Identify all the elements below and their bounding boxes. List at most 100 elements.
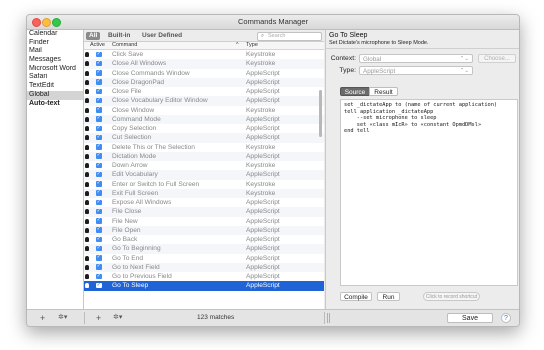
save-button[interactable]: Save	[447, 313, 493, 323]
table-row[interactable]: ✓ File Open AppleScript	[84, 225, 324, 235]
command-title: Go To Sleep	[329, 32, 368, 39]
app-list-item[interactable]: Safari	[27, 73, 83, 82]
tab-source[interactable]: Source	[340, 87, 370, 96]
table-row[interactable]: ✓ Go To End AppleScript	[84, 254, 324, 263]
table-row[interactable]: ✓ Down Arrow Keystroke	[84, 161, 324, 170]
choose-button[interactable]: Choose...	[478, 54, 516, 63]
table-row[interactable]: ✓ Exit Full Screen Keystroke	[84, 188, 324, 198]
filter-tab-all[interactable]: All	[86, 31, 101, 40]
active-checkbox[interactable]: ✓	[96, 107, 102, 113]
help-icon[interactable]: ?	[501, 313, 511, 323]
active-checkbox[interactable]: ✓	[96, 264, 102, 270]
app-list-item[interactable]: Calendar	[27, 30, 83, 39]
table-row[interactable]: ✓ File Close AppleScript	[84, 207, 324, 217]
active-checkbox[interactable]: ✓	[96, 70, 102, 76]
active-checkbox[interactable]: ✓	[96, 153, 102, 159]
table-row[interactable]: ✓ Delete This or The Selection Keystroke	[84, 143, 324, 152]
column-header-active[interactable]: Active	[90, 42, 105, 49]
table-row[interactable]: ✓ Close File AppleScript	[84, 87, 324, 96]
active-checkbox[interactable]: ✓	[96, 282, 102, 289]
run-button[interactable]: Run	[377, 292, 400, 301]
microphone-icon	[85, 246, 89, 252]
active-checkbox[interactable]: ✓	[96, 79, 102, 85]
command-name: Close Commands Window	[112, 69, 190, 77]
filter-tab-user-defined[interactable]: User Defined	[139, 32, 185, 40]
active-checkbox[interactable]: ✓	[96, 144, 102, 150]
microphone-icon	[85, 79, 89, 85]
active-checkbox[interactable]: ✓	[96, 218, 102, 224]
table-row[interactable]: ✓ Edit Vocabulary AppleScript	[84, 170, 324, 180]
table-row[interactable]: ✓ Close Vocabulary Editor Window AppleScri…	[84, 96, 324, 106]
app-list-item[interactable]: TextEdit	[27, 82, 83, 91]
table-row[interactable]: ✓ Enter or Switch to Full Screen Keystroke	[84, 180, 324, 189]
active-checkbox[interactable]: ✓	[96, 273, 102, 280]
app-list-item[interactable]: Messages	[27, 56, 83, 65]
commands-table: ✓ Click Save Keystroke ✓ Close All Windows Ke…	[84, 50, 324, 309]
table-row[interactable]: ✓ Dictation Mode AppleScript	[84, 151, 324, 161]
command-name: Enter or Switch to Full Screen	[112, 180, 200, 188]
active-checkbox[interactable]: ✓	[96, 51, 102, 58]
compile-button[interactable]: Compile	[340, 292, 372, 301]
table-row[interactable]: ✓ Go Back AppleScript	[84, 235, 324, 244]
active-checkbox[interactable]: ✓	[96, 97, 102, 104]
filter-tab-built-in[interactable]: Built-in	[105, 32, 133, 40]
microphone-icon	[85, 107, 89, 113]
table-row[interactable]: ✓ Expose All Windows AppleScript	[84, 198, 324, 207]
table-row[interactable]: ✓ Go To Sleep AppleScript	[84, 281, 324, 291]
microphone-icon	[85, 218, 89, 224]
active-checkbox[interactable]: ✓	[96, 162, 102, 169]
add-app-button[interactable]: +	[40, 313, 45, 323]
command-gear-menu-button[interactable]: ✲▾	[113, 313, 122, 323]
type-popup[interactable]: AppleScript ⌃⌄	[359, 66, 473, 75]
table-row[interactable]: ✓ Close DragonPad AppleScript	[84, 77, 324, 87]
command-name: Cut Selection	[112, 134, 152, 142]
active-checkbox[interactable]: ✓	[96, 60, 102, 67]
app-list-item[interactable]: Finder	[27, 39, 83, 48]
active-checkbox[interactable]: ✓	[96, 125, 102, 132]
table-row[interactable]: ✓ Close Commands Window AppleScript	[84, 69, 324, 78]
app-list-item[interactable]: Mail	[27, 47, 83, 56]
table-row[interactable]: ✓ Go to Next Field AppleScript	[84, 262, 324, 272]
add-command-button[interactable]: +	[96, 313, 101, 323]
column-header-command[interactable]: Command	[112, 42, 137, 49]
table-row[interactable]: ✓ Go to Previous Field AppleScript	[84, 272, 324, 281]
active-checkbox[interactable]: ✓	[96, 134, 102, 141]
active-checkbox[interactable]: ✓	[96, 171, 102, 178]
active-checkbox[interactable]: ✓	[96, 88, 102, 95]
table-row[interactable]: ✓ Go To Beginning AppleScript	[84, 244, 324, 254]
table-row[interactable]: ✓ Click Save Keystroke	[84, 50, 324, 59]
active-checkbox[interactable]: ✓	[96, 245, 102, 252]
table-row[interactable]: ✓ File New AppleScript	[84, 217, 324, 226]
active-checkbox[interactable]: ✓	[96, 181, 102, 187]
app-list-item[interactable]: Microsoft Word	[27, 65, 83, 74]
table-row[interactable]: ✓ Cut Selection AppleScript	[84, 133, 324, 143]
table-row[interactable]: ✓ Copy Selection AppleScript	[84, 124, 324, 133]
split-resize-handle[interactable]	[327, 313, 330, 323]
command-type: Keystroke	[246, 162, 276, 169]
context-popup[interactable]: Global ⌃⌄	[359, 54, 473, 63]
tab-result[interactable]: Result	[369, 87, 398, 96]
record-shortcut-button[interactable]: Click to record shortcut	[423, 292, 480, 301]
search-input[interactable]: ⌕ Search	[257, 31, 322, 41]
table-row[interactable]: ✓ Close Window Keystroke	[84, 106, 324, 115]
active-checkbox[interactable]: ✓	[96, 116, 102, 122]
microphone-icon	[85, 153, 89, 159]
active-checkbox[interactable]: ✓	[96, 208, 102, 215]
command-name: Go to Previous Field	[112, 273, 172, 280]
table-scrollbar[interactable]	[319, 90, 322, 137]
table-row[interactable]: ✓ Command Mode AppleScript	[84, 114, 324, 124]
command-name: Edit Vocabulary	[112, 171, 158, 179]
app-list-item[interactable]: Auto-text	[27, 100, 83, 109]
table-row[interactable]: ✓ Close All Windows Keystroke	[84, 59, 324, 69]
column-header-type[interactable]: Type	[246, 42, 258, 49]
active-checkbox[interactable]: ✓	[96, 236, 102, 243]
command-description: Set Dictate's microphone to Sleep Mode.	[329, 40, 429, 46]
active-checkbox[interactable]: ✓	[96, 227, 102, 233]
script-editor[interactable]: set _dictateApp to (name of current appl…	[340, 99, 518, 286]
active-checkbox[interactable]: ✓	[96, 199, 102, 206]
app-gear-menu-button[interactable]: ✲▾	[58, 313, 67, 323]
active-checkbox[interactable]: ✓	[96, 255, 102, 261]
app-list-item[interactable]: Global	[27, 90, 83, 100]
active-checkbox[interactable]: ✓	[96, 190, 102, 196]
command-type: Keystroke	[246, 106, 276, 114]
